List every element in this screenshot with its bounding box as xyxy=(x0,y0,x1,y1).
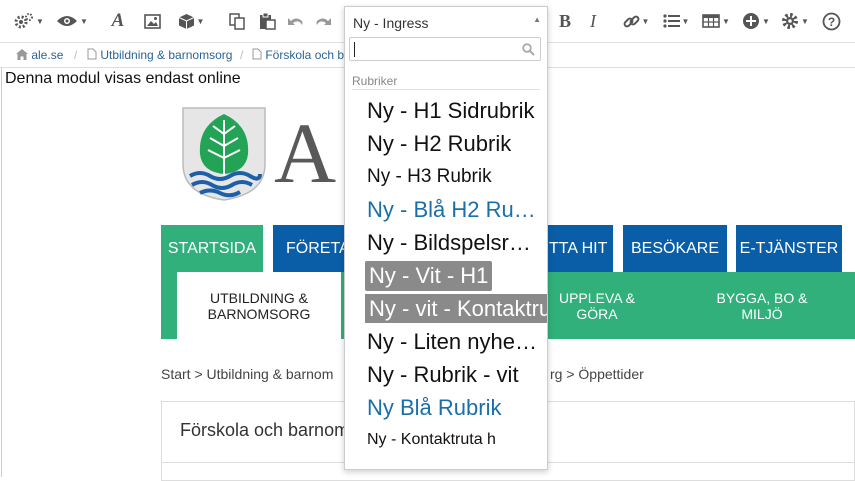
format-dropdown[interactable]: Ny - Ingress ▲ Rubriker Ny - H1 Sidrubri… xyxy=(344,6,548,470)
gear-icon[interactable]: ▼ xyxy=(780,10,810,32)
svg-text:?: ? xyxy=(827,15,834,29)
search-icon xyxy=(522,43,535,56)
format-option-rubrik-vit[interactable]: Ny - Rubrik - vit xyxy=(367,362,527,388)
municipality-logo xyxy=(180,106,270,207)
undo-icon[interactable] xyxy=(285,10,305,32)
format-option-kontaktruta[interactable]: Ny - Kontaktruta h xyxy=(367,431,531,449)
insert-icon[interactable]: ▼ xyxy=(741,10,771,32)
copy-icon[interactable] xyxy=(227,10,247,32)
online-notice: Denna modul visas endast online xyxy=(5,70,241,87)
format-option-bla-rubrik[interactable]: Ny Blå Rubrik xyxy=(367,395,539,421)
font-style-icon[interactable]: A xyxy=(108,10,128,32)
home-icon xyxy=(16,49,28,60)
format-option-vit-kontaktruta[interactable]: Ny - vit - Kontaktruta xyxy=(365,294,547,323)
breadcrumb-item-forskola[interactable]: Förskola och b xyxy=(252,48,344,62)
nav-besokare[interactable]: BESÖKARE xyxy=(623,225,727,272)
panel-title: Förskola och barnom xyxy=(180,420,350,440)
italic-button[interactable]: I xyxy=(585,10,601,32)
breadcrumb-home[interactable]: ale.se xyxy=(16,48,63,62)
breadcrumb-home-label: ale.se xyxy=(31,48,64,62)
format-option-h2[interactable]: Ny - H2 Rubrik xyxy=(367,131,539,157)
nav-startsida[interactable]: STARTSIDA xyxy=(161,225,263,272)
page-breadcrumb-right[interactable]: rg > Öppettider xyxy=(550,366,644,382)
format-option-liten-nyhet[interactable]: Ny - Liten nyhetsrubrik xyxy=(367,329,539,355)
subnav-bygga[interactable]: BYGGA, BO & MILJÖ xyxy=(702,272,822,339)
image-icon[interactable] xyxy=(142,10,162,32)
format-option-vit-h1[interactable]: Ny - Vit - H1 xyxy=(365,261,493,291)
breadcrumb-separator: / xyxy=(240,48,244,62)
settings-menu-icon[interactable]: ▼ xyxy=(14,10,44,32)
breadcrumb-separator: / xyxy=(74,48,78,62)
view-icon[interactable]: ▼ xyxy=(56,10,88,32)
subnav-uppleva[interactable]: UPPLEVA & GÖRA xyxy=(547,272,647,339)
nav-foretag[interactable]: FÖRETA xyxy=(273,225,350,272)
nav-flytta-hit[interactable]: TTA HIT xyxy=(547,225,613,272)
text-cursor xyxy=(354,42,355,57)
nav-e-tjanster[interactable]: E-TJÄNSTER xyxy=(736,225,842,272)
subnav-utbildning[interactable]: UTBILDNING & BARNOMSORG xyxy=(177,272,341,339)
chevron-up-icon: ▲ xyxy=(533,15,541,24)
format-option-h1[interactable]: Ny - H1 Sidrubrik xyxy=(367,98,539,124)
list-icon[interactable]: ▼ xyxy=(661,10,691,32)
page-breadcrumb-left[interactable]: Start > Utbildning & barnom xyxy=(161,366,333,382)
breadcrumb-item-utbildning[interactable]: Utbildning & barnomsorg xyxy=(87,48,232,62)
group-divider xyxy=(352,89,540,90)
redo-icon[interactable] xyxy=(313,10,333,32)
table-icon[interactable]: ▼ xyxy=(701,10,731,32)
group-label: Rubriker xyxy=(352,74,398,88)
link-icon[interactable]: ▼ xyxy=(621,10,651,32)
format-select-value: Ny - Ingress xyxy=(353,15,429,31)
bold-button[interactable]: B xyxy=(556,10,574,32)
block-icon[interactable]: ▼ xyxy=(176,10,206,32)
format-option-h3[interactable]: Ny - H3 Rubrik xyxy=(367,166,527,188)
help-icon[interactable]: ? xyxy=(820,10,842,32)
format-option-bildspel[interactable]: Ny - Bildspelsrubrik xyxy=(367,230,539,256)
format-option-bla-h2[interactable]: Ny - Blå H2 Rubrik xyxy=(367,197,539,223)
logo-wordmark: A xyxy=(274,105,337,201)
paste-icon[interactable] xyxy=(257,10,277,32)
format-search-input[interactable] xyxy=(349,37,541,61)
format-select[interactable]: Ny - Ingress ▲ xyxy=(345,7,547,37)
